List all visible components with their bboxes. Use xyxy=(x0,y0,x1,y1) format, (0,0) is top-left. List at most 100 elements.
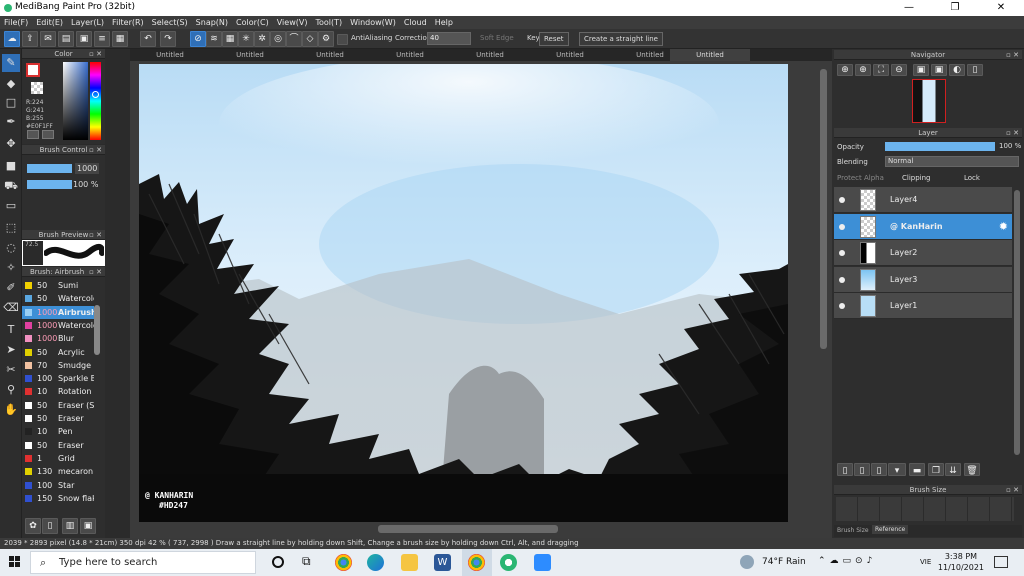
medibang-icon[interactable] xyxy=(500,554,517,571)
move-tool-icon[interactable]: ✥ xyxy=(2,135,20,153)
layer-opacity-slider[interactable] xyxy=(885,142,995,151)
delete-layer-icon[interactable]: 🗑 xyxy=(964,463,980,476)
radial-snap-icon[interactable]: ✳ xyxy=(238,31,254,47)
hue-handle[interactable] xyxy=(92,91,99,98)
settings-icon[interactable]: ⚙ xyxy=(318,31,334,47)
windows-start-icon[interactable] xyxy=(0,549,30,576)
flip-icon[interactable]: ▣ xyxy=(913,64,929,76)
clipping-checkbox[interactable]: Clipping xyxy=(902,174,931,182)
system-tray-icons[interactable]: ⌃☁▭⊙♪ xyxy=(818,556,876,566)
tab-brush-size[interactable]: Brush Size xyxy=(837,527,869,534)
fit-icon[interactable]: ⛶ xyxy=(873,64,889,76)
brush-list-item[interactable]: 50 Eraser xyxy=(22,412,94,425)
minimize-button[interactable]: — xyxy=(886,0,932,16)
reset-view-icon[interactable]: ▯ xyxy=(967,64,983,76)
brush-list-item[interactable]: 1000 Airbrush xyxy=(22,305,94,319)
new-halftone-layer-icon[interactable]: ▯ xyxy=(854,463,870,476)
select-eraser-icon[interactable]: ⌫ xyxy=(2,299,20,317)
menu-file[interactable]: File(F) xyxy=(0,16,32,29)
document-tab[interactable]: Untitled xyxy=(530,49,610,61)
saturation-value-picker[interactable] xyxy=(63,62,88,140)
concentric-icon[interactable]: ◎ xyxy=(270,31,286,47)
menu-filter[interactable]: Filter(R) xyxy=(108,16,148,29)
gradient-tool-icon[interactable]: ▭ xyxy=(2,197,20,215)
select-pen-icon[interactable]: ✐ xyxy=(2,279,20,297)
share-icon[interactable]: ⇪ xyxy=(22,31,38,47)
color-picker-button[interactable] xyxy=(27,130,39,139)
panel-close-icon[interactable]: ▫ ✕ xyxy=(1006,128,1019,138)
eye-icon[interactable] xyxy=(839,276,845,283)
layer-row[interactable]: Layer1 xyxy=(834,293,1012,319)
menu-select[interactable]: Select(S) xyxy=(148,16,192,29)
zoom-in-icon[interactable]: ⊕ xyxy=(837,64,853,76)
reset-button[interactable]: Reset xyxy=(539,32,569,46)
text-tool-icon[interactable]: T xyxy=(2,321,20,339)
brush-list-item[interactable]: 50 Acrylic xyxy=(22,346,94,359)
eyedropper-tool-icon[interactable]: ⚲ xyxy=(2,381,20,399)
brush-list-item[interactable]: 70 Smudge xyxy=(22,359,94,372)
edge-icon[interactable] xyxy=(367,554,384,571)
layer-row[interactable]: Layer3 xyxy=(834,266,1012,293)
hand-tool-icon[interactable]: ✋ xyxy=(2,401,20,419)
maximize-button[interactable]: ❐ xyxy=(932,0,978,16)
straight-line-button[interactable]: Create a straight line xyxy=(579,32,663,46)
grid-icon[interactable]: ▦ xyxy=(112,31,128,47)
eye-icon[interactable] xyxy=(839,250,845,256)
brush-list-item[interactable]: 10 Pen xyxy=(22,425,94,438)
brush-list-item[interactable]: 50 Eraser xyxy=(22,439,94,452)
brush-list-item[interactable]: 1000 Blur xyxy=(22,332,94,345)
panel-close-icon[interactable]: ▫ ✕ xyxy=(89,230,102,240)
task-view-icon[interactable]: ⧉ xyxy=(302,554,311,569)
new-brush-icon[interactable]: ▯ xyxy=(42,518,58,534)
zoom-plus-icon[interactable]: ⊕ xyxy=(855,64,871,76)
layer-icon[interactable]: ▤ xyxy=(58,31,74,47)
document-tab[interactable]: Untitled xyxy=(450,49,530,61)
rotate-right-icon[interactable]: ◐ xyxy=(949,64,965,76)
zoom-out-icon[interactable]: ⊖ xyxy=(891,64,907,76)
menu-cloud[interactable]: Cloud xyxy=(400,16,431,29)
language-indicator[interactable]: VIE xyxy=(920,558,931,566)
panel-close-icon[interactable]: ▫ ✕ xyxy=(1006,50,1019,60)
canvas-vertical-scrollbar[interactable] xyxy=(820,69,827,349)
brush-list-item[interactable]: 50 Eraser (S xyxy=(22,399,94,412)
word-icon[interactable]: W xyxy=(434,554,451,571)
menu-help[interactable]: Help xyxy=(431,16,457,29)
soft-edge-label[interactable]: Soft Edge xyxy=(480,34,514,42)
perspective-icon[interactable]: ◇ xyxy=(302,31,318,47)
brush-opacity-slider[interactable] xyxy=(27,180,72,189)
menu-color[interactable]: Color(C) xyxy=(232,16,273,29)
layer-row[interactable]: Layer2 xyxy=(834,240,1012,266)
close-button[interactable]: ✕ xyxy=(978,0,1024,16)
brush-list-item[interactable]: 150 Snow flak xyxy=(22,492,94,505)
layer-row[interactable]: Layer4 xyxy=(834,187,1012,213)
document-tab[interactable]: Untitled xyxy=(370,49,450,61)
snap-off-icon[interactable]: ⊘ xyxy=(190,31,206,47)
bucket-tool-icon[interactable]: ⛟ xyxy=(2,177,20,195)
rotate-left-icon[interactable]: ▣ xyxy=(931,64,947,76)
document-tab-active[interactable]: Untitled xyxy=(670,49,750,61)
magic-wand-icon[interactable]: ✧ xyxy=(2,259,20,277)
taskbar-clock[interactable]: 3:38 PM 11/10/2021 xyxy=(938,551,984,573)
fill-rect-tool-icon[interactable]: ■ xyxy=(2,157,20,175)
new-layer-icon[interactable]: ▯ xyxy=(837,463,853,476)
taskbar-search[interactable]: ⌕ Type here to search xyxy=(30,551,256,574)
panel-close-icon[interactable]: ▫ ✕ xyxy=(1006,485,1019,495)
add-brush-icon[interactable]: ✿ xyxy=(25,518,41,534)
brush-list-item[interactable]: 1000Watercolor xyxy=(22,319,94,332)
eraser-tool-icon[interactable]: ◆ xyxy=(2,75,20,93)
cloud-icon[interactable]: ☁ xyxy=(4,31,20,47)
panel-close-icon[interactable]: ▫ ✕ xyxy=(89,49,102,59)
duplicate-layer-icon[interactable]: ❐ xyxy=(928,463,944,476)
merge-layer-icon[interactable]: ⇊ xyxy=(945,463,961,476)
layer-settings-icon[interactable]: ✹ xyxy=(999,220,1008,233)
color-history-button[interactable] xyxy=(42,130,54,139)
lasso-tool-icon[interactable]: ◌ xyxy=(2,239,20,257)
document-tab[interactable]: Untitled xyxy=(290,49,370,61)
lock-checkbox[interactable]: Lock xyxy=(964,174,980,182)
panel-close-icon[interactable]: ▫ ✕ xyxy=(89,145,102,155)
document-tab[interactable]: Untitled xyxy=(130,49,210,61)
eye-icon[interactable] xyxy=(839,223,845,230)
canvas-area[interactable]: @ KANHARIN #HD247 xyxy=(130,61,832,538)
layer-row[interactable]: @ KanHarin ✹ xyxy=(834,213,1012,240)
redo-icon[interactable]: ↷ xyxy=(160,31,176,47)
